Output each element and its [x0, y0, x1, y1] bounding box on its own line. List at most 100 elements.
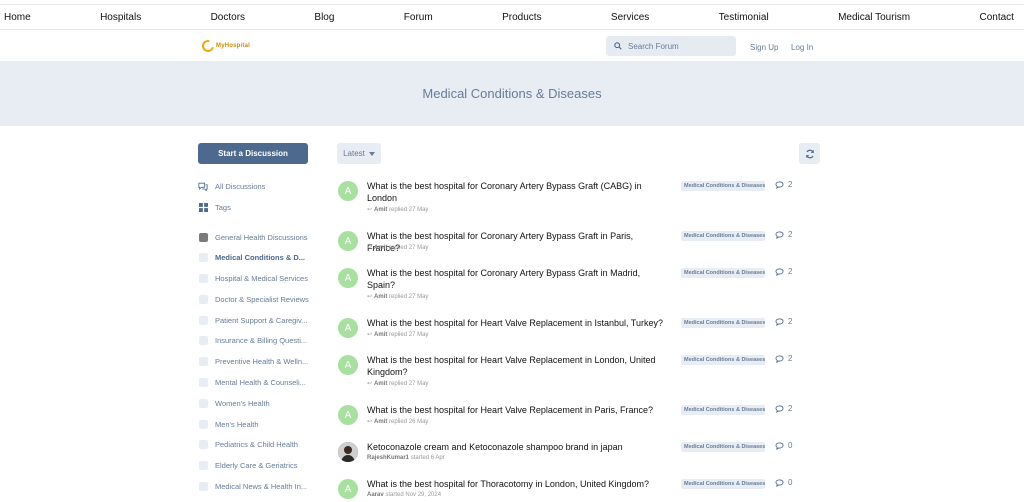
search-input[interactable] [628, 41, 728, 51]
discussion-tag[interactable]: Medical Conditions & Diseases [681, 181, 765, 191]
reply-count: 0 [775, 478, 792, 487]
avatar[interactable]: A [338, 268, 358, 288]
reply-count-value: 0 [788, 478, 793, 487]
reply-count-value: 0 [788, 441, 793, 450]
discussion-tag[interactable]: Medical Conditions & Diseases [681, 231, 765, 241]
start-discussion-button[interactable]: Start a Discussion [198, 143, 308, 164]
sidebar-tag-item[interactable]: Mental Health & Counseli... [198, 375, 318, 391]
sidebar-tag-item[interactable]: Men's Health [198, 416, 318, 432]
discussion-title[interactable]: What is the best hospital for Coronary A… [367, 267, 667, 291]
discussion-user[interactable]: Amit [374, 245, 387, 251]
discussion-action: replied 27 May [389, 294, 429, 300]
page-title: Medical Conditions & Diseases [422, 86, 602, 101]
discussion-user[interactable]: Amit [374, 332, 387, 338]
nav-link[interactable]: Medical Tourism [838, 12, 910, 23]
avatar[interactable]: A [338, 318, 358, 338]
discussion-tag[interactable]: Medical Conditions & Diseases [681, 318, 765, 328]
reply-count-value: 2 [788, 404, 793, 413]
sidebar-tag-item[interactable]: Elderly Care & Geriatrics [198, 458, 318, 474]
signup-link[interactable]: Sign Up [750, 43, 778, 52]
sidebar-tag-item[interactable]: Medical News & Health In... [198, 479, 318, 495]
discussion-tag[interactable]: Medical Conditions & Diseases [681, 442, 765, 452]
sidebar-tag-label: Preventive Health & Welln... [215, 357, 309, 367]
nav-link[interactable]: Contact [980, 12, 1014, 23]
nav-link[interactable]: Hospitals [100, 12, 141, 23]
sidebar-item-all-discussions[interactable]: All Discussions [198, 178, 318, 194]
discussion-user[interactable]: Amit [374, 419, 387, 425]
discussion-tag[interactable]: Medical Conditions & Diseases [681, 268, 765, 278]
sidebar-item-tags[interactable]: Tags [198, 199, 318, 215]
avatar[interactable]: A [338, 479, 358, 499]
nav-link[interactable]: Doctors [211, 12, 245, 23]
reply-icon: ↩ [367, 207, 373, 213]
nav-link[interactable]: Testimonial [719, 12, 769, 23]
nav-link[interactable]: Forum [404, 12, 433, 23]
sidebar-tag-item[interactable]: Insurance & Billing Questi... [198, 333, 318, 349]
search-box[interactable] [606, 36, 736, 56]
discussion-meta: ↩ Amit replied 27 May [367, 293, 428, 300]
discussion-title[interactable]: What is the best hospital for Coronary A… [367, 180, 667, 204]
site-logo[interactable]: MyHospital [199, 37, 251, 55]
avatar[interactable] [338, 442, 358, 462]
nav-link[interactable]: Blog [314, 12, 334, 23]
sort-dropdown[interactable]: Latest [337, 143, 381, 164]
tag-color-icon [198, 398, 208, 408]
discussion-title[interactable]: Ketoconazole cream and Ketoconazole sham… [367, 441, 667, 453]
discussion-title[interactable]: What is the best hospital for Thoracotom… [367, 478, 667, 490]
comment-icon [775, 317, 784, 326]
discussion-action: replied 27 May [389, 207, 429, 213]
discussion-action: started Nov 29, 2024 [385, 492, 442, 498]
sidebar-tag-item[interactable]: Pediatrics & Child Health [198, 437, 318, 453]
discussion-title[interactable]: What is the best hospital for Heart Valv… [367, 317, 667, 329]
discussion-tag[interactable]: Medical Conditions & Diseases [681, 479, 765, 489]
reply-count-value: 2 [788, 230, 793, 239]
sidebar-tag-item[interactable]: Medical Conditions & D... [198, 250, 318, 266]
logo-text: MyHospital [216, 43, 251, 49]
sidebar-tag-item[interactable]: Doctor & Specialist Reviews [198, 291, 318, 307]
avatar[interactable]: A [338, 405, 358, 425]
comment-icon [775, 180, 784, 189]
avatar[interactable]: A [338, 355, 358, 375]
sidebar-tag-item[interactable]: Hospital & Medical Services [198, 271, 318, 287]
nav-link[interactable]: Products [502, 12, 541, 23]
discussion-user[interactable]: RajeshKumar1 [367, 455, 409, 461]
discussion-action: replied 27 May [389, 332, 429, 338]
sidebar-tag-label: Mental Health & Counseli... [215, 378, 306, 388]
reply-count: 2 [775, 267, 792, 276]
discussion-user[interactable]: Amit [374, 381, 387, 387]
discussion-user[interactable]: Aarav [367, 492, 384, 498]
discussion-meta: ↩ Amit replied 27 May [367, 331, 428, 338]
login-link[interactable]: Log In [791, 43, 813, 52]
forum-header: MyHospital Sign Up Log In [0, 31, 1024, 61]
comment-icon [775, 267, 784, 276]
nav-link[interactable]: Home [4, 12, 31, 23]
discussion-title[interactable]: What is the best hospital for Heart Valv… [367, 354, 667, 378]
reply-count: 2 [775, 354, 792, 363]
discussion-meta: ↩ Amit replied 27 May [367, 206, 428, 213]
sidebar-tag-item[interactable]: General Health Discussions [198, 229, 318, 245]
discussion-user[interactable]: Amit [374, 207, 387, 213]
avatar[interactable]: A [338, 181, 358, 201]
sidebar-tag-item[interactable]: Patient Support & Caregiv... [198, 312, 318, 328]
refresh-button[interactable] [799, 143, 820, 164]
discussion-title[interactable]: What is the best hospital for Heart Valv… [367, 404, 667, 416]
discussion-action: replied 27 May [389, 245, 429, 251]
comments-icon [198, 181, 208, 191]
reply-icon: ↩ [367, 294, 373, 300]
avatar[interactable]: A [338, 231, 358, 251]
sidebar-tag-item[interactable]: Women's Health [198, 395, 318, 411]
tag-color-icon [198, 274, 208, 284]
tag-color-icon [198, 294, 208, 304]
discussion-tag[interactable]: Medical Conditions & Diseases [681, 355, 765, 365]
sidebar-tag-item[interactable]: Preventive Health & Welln... [198, 354, 318, 370]
sidebar: All Discussions Tags General Health Disc… [198, 178, 318, 495]
discussion-meta: Aarav started Nov 29, 2024 [367, 492, 441, 498]
discussion-tag[interactable]: Medical Conditions & Diseases [681, 405, 765, 415]
discussion-user[interactable]: Amit [374, 294, 387, 300]
nav-link[interactable]: Services [611, 12, 649, 23]
comment-icon [775, 404, 784, 413]
reply-count: 2 [775, 180, 792, 189]
sidebar-tag-label: Patient Support & Caregiv... [215, 315, 308, 325]
reply-count: 0 [775, 441, 792, 450]
site-nav: Home Hospitals Doctors Blog Forum Products Ser… [0, 4, 1024, 30]
